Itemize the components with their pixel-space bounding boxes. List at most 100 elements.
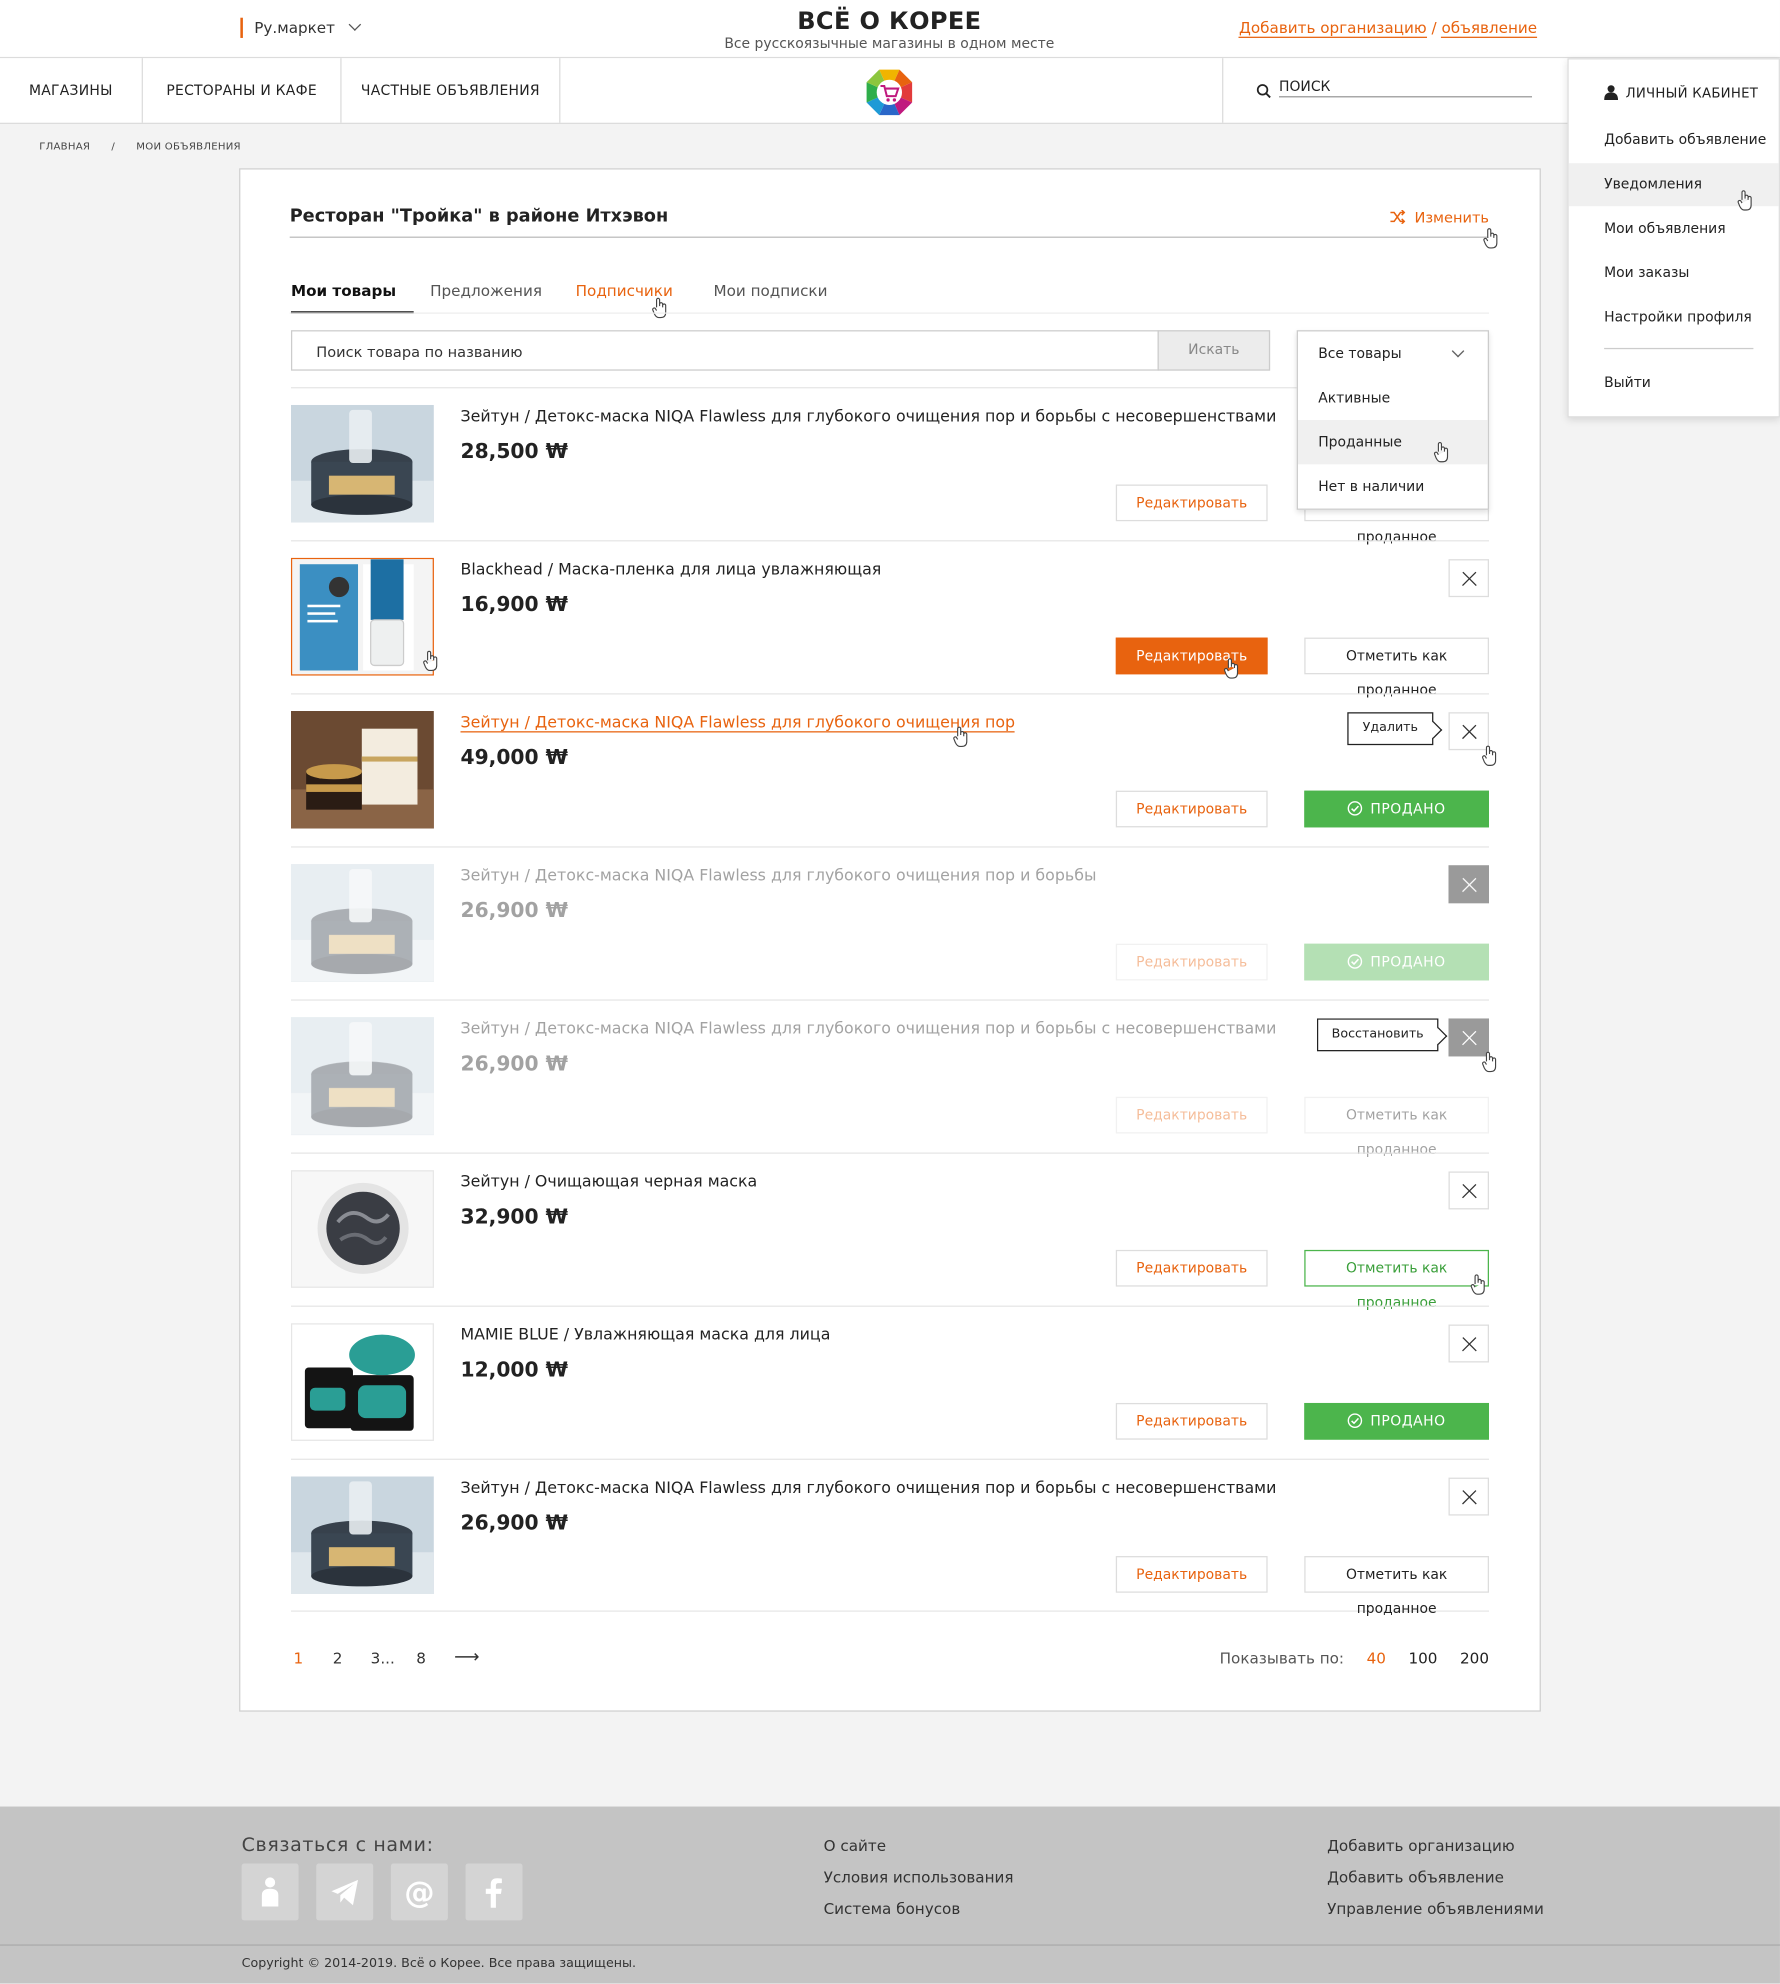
edit-button[interactable]: Редактировать <box>1115 1249 1268 1287</box>
add-organization-link[interactable]: Добавить организацию <box>1239 18 1427 38</box>
change-label: Изменить <box>1414 208 1489 227</box>
mark-sold-button[interactable]: Отметить как проданное <box>1304 1096 1489 1158</box>
filter-option-active[interactable]: Активные <box>1298 376 1488 420</box>
product-row: Зейтун / Детокс-маска NIQA Flawless для … <box>290 999 1497 1158</box>
region-selector[interactable]: Ру.маркет <box>240 17 361 38</box>
product-row: Зейтун / Очищающая черная маска 32,900 ₩… <box>290 1152 1489 1311</box>
page-link[interactable]: 3... <box>371 1650 395 1668</box>
region-label: Ру.маркет <box>254 18 335 37</box>
search-icon <box>1256 84 1271 99</box>
close-icon[interactable] <box>1448 1477 1489 1516</box>
edit-button[interactable]: Редактировать <box>1115 1402 1268 1440</box>
menu-item-my-orders[interactable]: Мои заказы <box>1569 252 1779 295</box>
edit-button[interactable]: Редактировать <box>1115 484 1268 522</box>
edit-button[interactable]: Редактировать <box>1115 943 1268 981</box>
status-filter-dropdown[interactable]: Все товары Активные Проданные Нет в нали… <box>1296 330 1489 510</box>
header-search[interactable]: ПОИСК <box>1222 58 1567 123</box>
tab-offers[interactable]: Предложения <box>430 282 542 300</box>
footer-link-add-org[interactable]: Добавить организацию <box>1327 1837 1515 1855</box>
product-image[interactable] <box>290 1323 434 1441</box>
next-page-arrow-icon[interactable]: ⟶ <box>454 1647 479 1667</box>
add-ad-link[interactable]: объявление <box>1441 18 1538 38</box>
footer: Связаться с нами: @ О сайте Условия испо… <box>0 1806 1780 1984</box>
menu-item-my-ads[interactable]: Мои объявления <box>1569 207 1779 250</box>
footer-link-manage-ads[interactable]: Управление объявлениями <box>1327 1900 1544 1918</box>
product-title[interactable]: Зейтун / Детокс-маска NIQA Flawless для … <box>460 406 1276 425</box>
profile-social-icon[interactable] <box>241 1863 299 1921</box>
product-search-input[interactable]: Поиск товара по названию <box>290 330 1159 371</box>
footer-link-bonus[interactable]: Система бонусов <box>824 1900 961 1918</box>
close-icon[interactable] <box>1448 865 1489 904</box>
site-logo-icon[interactable] <box>865 68 913 116</box>
mark-sold-button[interactable]: Отметить как проданное <box>1304 1556 1489 1617</box>
footer-link-terms[interactable]: Условия использования <box>824 1869 1014 1887</box>
top-bar: Ру.маркет ВСЁ О КОРЕЕ Все русскоязычные … <box>0 0 1780 59</box>
page-link[interactable]: 2 <box>333 1650 343 1668</box>
breadcrumb-current: МОИ ОБЪЯВЛЕНИЯ <box>136 140 241 152</box>
page-link-current[interactable]: 1 <box>293 1650 303 1668</box>
product-title[interactable]: Зейтун / Детокс-маска NIQA Flawless для … <box>460 712 1016 733</box>
product-search-button[interactable]: Искать <box>1157 330 1271 371</box>
sold-button[interactable]: ПРОДАНО <box>1304 943 1489 981</box>
filter-option-out-of-stock[interactable]: Нет в наличии <box>1298 464 1488 508</box>
tab-my-subscriptions[interactable]: Мои подписки <box>714 282 828 300</box>
page-link[interactable]: 8 <box>416 1650 426 1668</box>
product-title[interactable]: Blackhead / Маска-пленка для лица увлажн… <box>460 559 881 578</box>
menu-item-add-ad[interactable]: Добавить объявление <box>1569 119 1779 162</box>
product-image[interactable] <box>290 404 434 523</box>
breadcrumb-home[interactable]: ГЛАВНАЯ <box>39 140 90 151</box>
edit-button[interactable]: Редактировать <box>1115 1556 1268 1593</box>
check-circle-icon <box>1347 954 1363 969</box>
chevron-down-icon <box>348 18 361 31</box>
product-image[interactable] <box>290 1170 434 1288</box>
mark-sold-button[interactable]: Отметить как проданное <box>1304 637 1489 698</box>
filter-option-sold[interactable]: Проданные <box>1297 420 1488 465</box>
account-menu-header[interactable]: ЛИЧНЫЙ КАБИНЕТ <box>1604 85 1758 101</box>
sold-button[interactable]: ПРОДАНО <box>1304 790 1489 828</box>
menu-item-profile-settings[interactable]: Настройки профиля <box>1569 296 1779 339</box>
product-image[interactable] <box>290 710 434 829</box>
product-title[interactable]: MAMIE BLUE / Увлажняющая маска для лица <box>460 1325 830 1344</box>
product-image[interactable] <box>290 557 434 676</box>
product-image[interactable] <box>290 1476 434 1595</box>
telegram-icon[interactable] <box>316 1863 374 1921</box>
check-circle-icon <box>1347 1413 1363 1428</box>
nav-restaurants[interactable]: РЕСТОРАНЫ И КАФЕ <box>143 58 342 123</box>
per-page-option[interactable]: 100 <box>1408 1650 1437 1668</box>
product-image[interactable] <box>290 1017 434 1135</box>
close-icon[interactable] <box>1448 559 1489 598</box>
footer-link-add-ad[interactable]: Добавить объявление <box>1327 1869 1504 1887</box>
product-price: 49,000 ₩ <box>460 745 568 770</box>
edit-button[interactable]: Редактировать <box>1115 790 1268 828</box>
add-links-separator: / <box>1431 18 1437 37</box>
site-brand[interactable]: ВСЁ О КОРЕЕ Все русскоязычные магазины в… <box>607 8 1171 52</box>
chevron-down-icon <box>1451 344 1465 358</box>
add-links: Добавить организацию / объявление <box>1239 18 1538 38</box>
edit-button[interactable]: Редактировать <box>1115 637 1268 675</box>
close-icon[interactable] <box>1448 1171 1489 1210</box>
nav-private-ads[interactable]: ЧАСТНЫЕ ОБЪЯВЛЕНИЯ <box>342 58 561 123</box>
tab-my-products[interactable]: Мои товары <box>290 282 414 314</box>
close-icon[interactable] <box>1448 1324 1489 1363</box>
facebook-icon[interactable] <box>465 1863 523 1921</box>
email-at-icon[interactable]: @ <box>390 1863 448 1921</box>
per-page-option[interactable]: 200 <box>1460 1650 1489 1668</box>
product-title[interactable]: Зейтун / Очищающая черная маска <box>460 1171 757 1190</box>
per-page-option-selected[interactable]: 40 <box>1367 1650 1386 1668</box>
footer-link-about[interactable]: О сайте <box>824 1837 886 1855</box>
filter-selected[interactable]: Все товары <box>1298 331 1488 375</box>
title-divider <box>289 236 1489 238</box>
product-title[interactable]: Зейтун / Детокс-маска NIQA Flawless для … <box>460 1018 1276 1037</box>
product-price: 28,500 ₩ <box>460 438 568 464</box>
product-title[interactable]: Зейтун / Детокс-маска NIQA Flawless для … <box>460 1478 1276 1497</box>
copyright: Copyright © 2014-2019. Всё о Корее. Все … <box>241 1957 637 1971</box>
mark-sold-button[interactable]: Отметить как проданное <box>1304 1249 1489 1311</box>
change-button[interactable]: Изменить <box>1390 208 1489 227</box>
product-image[interactable] <box>290 864 434 982</box>
svg-text:@: @ <box>404 1876 434 1911</box>
edit-button[interactable]: Редактировать <box>1115 1096 1268 1134</box>
product-title[interactable]: Зейтун / Детокс-маска NIQA Flawless для … <box>460 865 1096 884</box>
nav-stores[interactable]: МАГАЗИНЫ <box>0 58 143 123</box>
sold-button[interactable]: ПРОДАНО <box>1304 1402 1489 1440</box>
menu-item-logout[interactable]: Выйти <box>1569 362 1779 405</box>
